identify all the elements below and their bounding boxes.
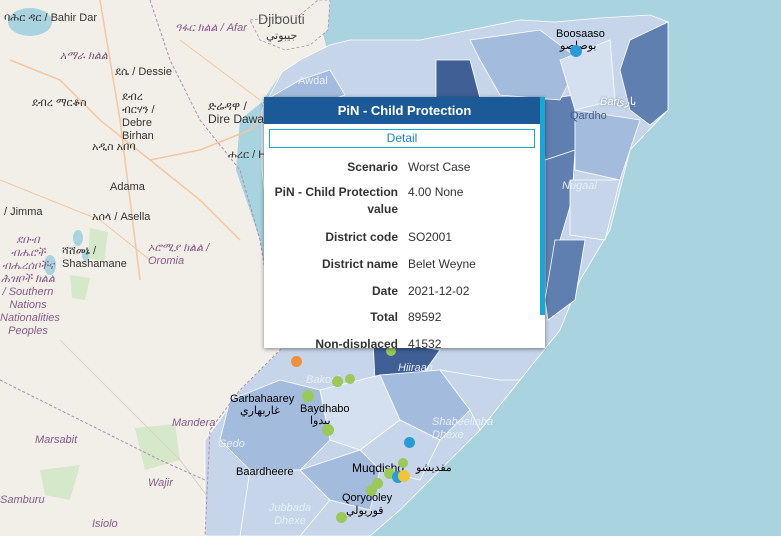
map-label-nugaal: Nugaal [562,180,597,192]
popup-row-key: District code [325,230,398,244]
map-label-samburu: Samburu [0,494,45,506]
map-label-dessie: ደሴ / Dessie [115,66,172,78]
map-label-jimma: / Jimma [4,206,43,218]
map-marker[interactable] [332,376,343,387]
popup-row-key: Scenario [347,160,398,174]
map-label-shabellaha-dhexe: Shabeellaha Dhexe [432,416,494,441]
map-label-garbahaarey-arabic: غاربهاري [240,405,280,417]
map-marker[interactable] [366,485,377,496]
map-marker[interactable] [398,470,410,482]
map-label-awdal: Awdal [298,75,328,87]
map-label-mandera: Mandera [172,417,216,429]
popup-row-pin-value: PiN - Child Protection value 4.00 None [264,184,536,220]
map-marker[interactable] [291,356,302,367]
popup-scrollbar[interactable] [540,97,545,315]
detail-button[interactable]: Detail [269,129,535,148]
map-label-shashamane: ሻሸመኔ / Shashamane [62,245,127,270]
popup-row-key: Non-displaced [315,337,398,348]
popup-row-value: 41532 [408,337,442,348]
map-label-hiiraan: Hiiraan [398,362,433,374]
map-label-gedo: Gedo [218,438,245,450]
map-marker[interactable] [570,45,582,57]
map-label-adama: Adama [110,181,145,193]
map-label-oromia: ኦሮሚያ ክልል / Oromia [148,242,210,267]
map-label-asella: አሰላ / Asella [92,211,151,223]
popup-title: PiN - Child Protection [264,97,545,124]
map-label-qardho: Qardho [570,110,607,122]
map-label-snnp: ደቡብ ብሔሮች ብሔረሰቦችና ሕዝቦች ክልል / Southern Nat… [0,234,60,337]
map-label-addis: አዲስ አበባ [92,141,136,153]
map-label-djibouti-arabic: جيبوتي [266,30,298,42]
popup-row-value: 2021-12-02 [408,284,470,298]
map-label-bahir-dar: ባሕር ዳር / Bahir Dar [4,12,98,24]
map-label-baardheere: Baardheere [236,466,294,478]
popup-row-value: 4.00 None [408,185,464,199]
popup-row-key: PiN - Child Protection value [274,185,398,216]
map-label-djibouti: Djibouti [258,11,305,27]
popup-row-key: Date [371,284,398,298]
map-label-jubbada-dhexe: Jubbada Dhexe [268,502,312,527]
map-label-harar: ሐረር / Harar [228,149,264,161]
map-label-debre-birhan: ደብረ ብርሃን / Debre Birhan [122,91,155,142]
popup-row-key: District name [321,257,398,271]
map-label-bari-arabic: باري [616,96,637,108]
map-marker[interactable] [345,374,355,384]
district-info-popup[interactable]: PiN - Child Protection Detail Scenario W… [264,97,545,348]
map-label-marsabit: Marsabit [35,434,78,446]
map-label-dire-dawa: ድሬዳዋ / Dire Dawa [208,99,265,126]
map-marker[interactable] [398,458,408,468]
popup-row-value: Worst Case [408,160,471,174]
map-label-isiolo: Isiolo [92,518,118,530]
map-label-muqdisho-arabic: مقديشو [416,462,452,474]
popup-row-key: Total [370,310,398,324]
map-marker[interactable] [404,437,415,448]
map-label-debre-markos: ደብረ ማርቆስ [32,97,87,109]
map-label-afar: ዓፋር ክልል / Afar [175,22,247,34]
map-marker[interactable] [322,424,334,436]
map-label-amhara: አማራ ክልል [60,50,108,62]
map-label-wajir: Wajir [148,477,173,489]
popup-row-value: SO2001 [408,230,453,244]
map-label-qoryooley-arabic: قوريولي [346,505,384,517]
popup-row-value: 89592 [408,310,442,324]
map-marker[interactable] [336,512,347,523]
map-marker[interactable] [302,390,314,402]
popup-row-value: Belet Weyne [408,257,476,271]
